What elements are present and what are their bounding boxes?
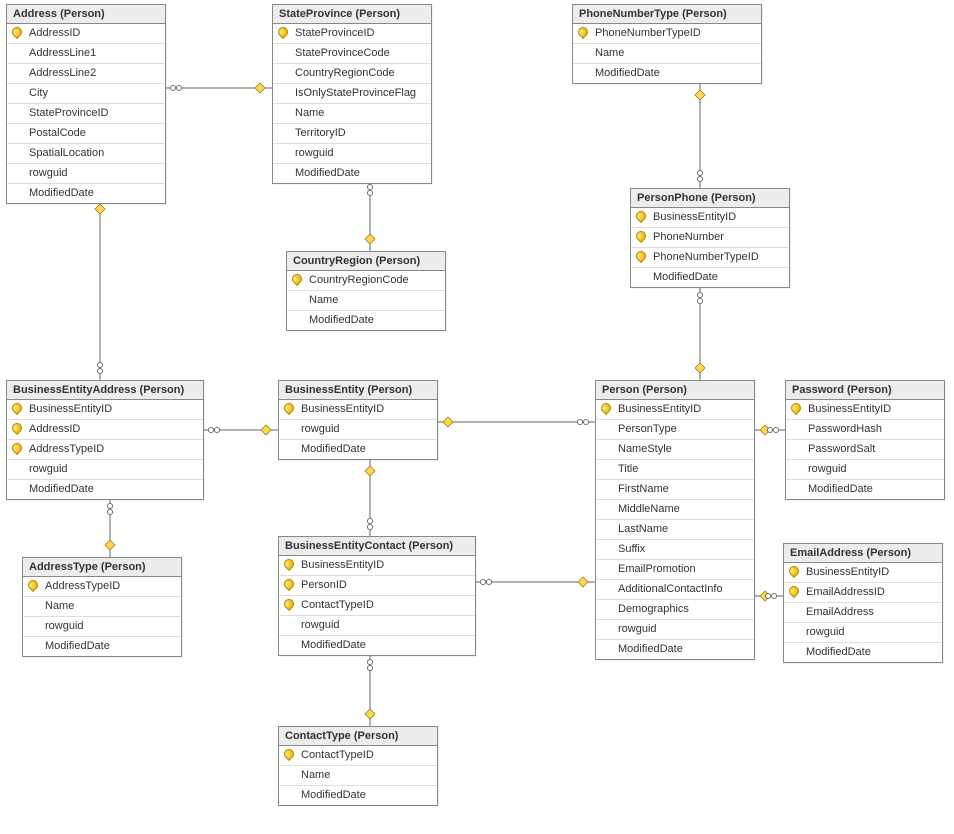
column-stateprovinceid: StateProvinceID xyxy=(273,24,431,44)
column-addresstypeid: AddressTypeID xyxy=(7,440,203,460)
table-password[interactable]: Password (Person)BusinessEntityIDPasswor… xyxy=(785,380,945,500)
column-phonenumber: PhoneNumber xyxy=(631,228,789,248)
table-header: BusinessEntity (Person) xyxy=(279,381,437,400)
column-rowguid: rowguid xyxy=(784,623,942,643)
column-personid: PersonID xyxy=(279,576,475,596)
column-firstname: FirstName xyxy=(596,480,754,500)
column-businessentityid: BusinessEntityID xyxy=(279,556,475,576)
column-city: City xyxy=(7,84,165,104)
column-name: Name xyxy=(279,766,437,786)
column-addressline1: AddressLine1 xyxy=(7,44,165,64)
column-modifieddate: ModifiedDate xyxy=(7,184,165,203)
table-addresstype[interactable]: AddressType (Person)AddressTypeIDNamerow… xyxy=(22,557,182,657)
column-demographics: Demographics xyxy=(596,600,754,620)
column-businessentityid: BusinessEntityID xyxy=(784,563,942,583)
column-stateprovinceid: StateProvinceID xyxy=(7,104,165,124)
column-name: Name xyxy=(287,291,445,311)
column-addresstypeid: AddressTypeID xyxy=(23,577,181,597)
table-header: Password (Person) xyxy=(786,381,944,400)
column-passwordsalt: PasswordSalt xyxy=(786,440,944,460)
table-header: Address (Person) xyxy=(7,5,165,24)
table-businessentitycontact[interactable]: BusinessEntityContact (Person)BusinessEn… xyxy=(278,536,476,656)
column-additionalcontactinfo: AdditionalContactInfo xyxy=(596,580,754,600)
column-emailaddress: EmailAddress xyxy=(784,603,942,623)
table-header: PersonPhone (Person) xyxy=(631,189,789,208)
table-header: BusinessEntityContact (Person) xyxy=(279,537,475,556)
table-header: PhoneNumberType (Person) xyxy=(573,5,761,24)
column-phonenumbertypeid: PhoneNumberTypeID xyxy=(631,248,789,268)
table-person[interactable]: Person (Person)BusinessEntityIDPersonTyp… xyxy=(595,380,755,660)
table-header: StateProvince (Person) xyxy=(273,5,431,24)
column-rowguid: rowguid xyxy=(7,460,203,480)
column-rowguid: rowguid xyxy=(23,617,181,637)
column-rowguid: rowguid xyxy=(786,460,944,480)
column-namestyle: NameStyle xyxy=(596,440,754,460)
column-modifieddate: ModifiedDate xyxy=(573,64,761,83)
column-spatiallocation: SpatialLocation xyxy=(7,144,165,164)
column-modifieddate: ModifiedDate xyxy=(279,440,437,459)
column-territoryid: TerritoryID xyxy=(273,124,431,144)
column-modifieddate: ModifiedDate xyxy=(279,786,437,805)
column-businessentityid: BusinessEntityID xyxy=(631,208,789,228)
column-rowguid: rowguid xyxy=(273,144,431,164)
column-persontype: PersonType xyxy=(596,420,754,440)
column-modifieddate: ModifiedDate xyxy=(279,636,475,655)
column-modifieddate: ModifiedDate xyxy=(784,643,942,662)
column-addressid: AddressID xyxy=(7,420,203,440)
column-passwordhash: PasswordHash xyxy=(786,420,944,440)
column-middlename: MiddleName xyxy=(596,500,754,520)
column-rowguid: rowguid xyxy=(279,616,475,636)
table-businessentityaddress[interactable]: BusinessEntityAddress (Person)BusinessEn… xyxy=(6,380,204,500)
column-countryregioncode: CountryRegionCode xyxy=(273,64,431,84)
column-modifieddate: ModifiedDate xyxy=(287,311,445,330)
column-modifieddate: ModifiedDate xyxy=(7,480,203,499)
column-title: Title xyxy=(596,460,754,480)
column-modifieddate: ModifiedDate xyxy=(786,480,944,499)
table-header: EmailAddress (Person) xyxy=(784,544,942,563)
column-businessentityid: BusinessEntityID xyxy=(279,400,437,420)
column-phonenumbertypeid: PhoneNumberTypeID xyxy=(573,24,761,44)
column-contacttypeid: ContactTypeID xyxy=(279,596,475,616)
table-businessentity[interactable]: BusinessEntity (Person)BusinessEntityIDr… xyxy=(278,380,438,460)
table-stateprovince[interactable]: StateProvince (Person)StateProvinceIDSta… xyxy=(272,4,432,184)
column-countryregioncode: CountryRegionCode xyxy=(287,271,445,291)
table-phonenumbertype[interactable]: PhoneNumberType (Person)PhoneNumberTypeI… xyxy=(572,4,762,84)
column-isonlystateprovinceflag: IsOnlyStateProvinceFlag xyxy=(273,84,431,104)
column-emailpromotion: EmailPromotion xyxy=(596,560,754,580)
column-addressline2: AddressLine2 xyxy=(7,64,165,84)
column-stateprovincecode: StateProvinceCode xyxy=(273,44,431,64)
column-rowguid: rowguid xyxy=(596,620,754,640)
column-postalcode: PostalCode xyxy=(7,124,165,144)
column-rowguid: rowguid xyxy=(7,164,165,184)
table-contacttype[interactable]: ContactType (Person)ContactTypeIDNameMod… xyxy=(278,726,438,806)
column-modifieddate: ModifiedDate xyxy=(631,268,789,287)
column-lastname: LastName xyxy=(596,520,754,540)
column-addressid: AddressID xyxy=(7,24,165,44)
table-personphone[interactable]: PersonPhone (Person)BusinessEntityIDPhon… xyxy=(630,188,790,288)
column-businessentityid: BusinessEntityID xyxy=(596,400,754,420)
column-businessentityid: BusinessEntityID xyxy=(786,400,944,420)
column-contacttypeid: ContactTypeID xyxy=(279,746,437,766)
column-modifieddate: ModifiedDate xyxy=(596,640,754,659)
table-emailaddress[interactable]: EmailAddress (Person)BusinessEntityIDEma… xyxy=(783,543,943,663)
table-countryregion[interactable]: CountryRegion (Person)CountryRegionCodeN… xyxy=(286,251,446,331)
column-modifieddate: ModifiedDate xyxy=(23,637,181,656)
column-name: Name xyxy=(273,104,431,124)
table-address[interactable]: Address (Person)AddressIDAddressLine1Add… xyxy=(6,4,166,204)
table-header: BusinessEntityAddress (Person) xyxy=(7,381,203,400)
column-name: Name xyxy=(573,44,761,64)
table-header: Person (Person) xyxy=(596,381,754,400)
column-rowguid: rowguid xyxy=(279,420,437,440)
table-header: ContactType (Person) xyxy=(279,727,437,746)
column-businessentityid: BusinessEntityID xyxy=(7,400,203,420)
table-header: AddressType (Person) xyxy=(23,558,181,577)
column-emailaddressid: EmailAddressID xyxy=(784,583,942,603)
column-suffix: Suffix xyxy=(596,540,754,560)
column-modifieddate: ModifiedDate xyxy=(273,164,431,183)
column-name: Name xyxy=(23,597,181,617)
table-header: CountryRegion (Person) xyxy=(287,252,445,271)
